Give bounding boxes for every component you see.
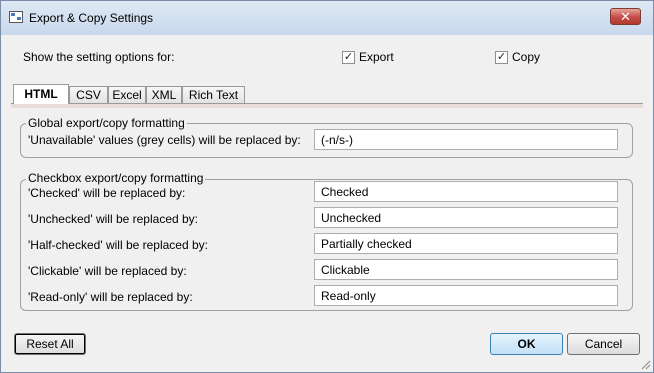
checkbox-group-title: Checkbox export/copy formatting bbox=[26, 171, 206, 185]
dialog-content: Show the setting options for: ✓ Export ✓… bbox=[1, 35, 653, 372]
cancel-button[interactable]: Cancel bbox=[567, 333, 640, 355]
unavailable-value-input[interactable]: (-n/s-) bbox=[314, 129, 618, 150]
check-icon: ✓ bbox=[496, 51, 507, 63]
export-checkbox-label[interactable]: Export bbox=[359, 50, 394, 64]
read-only-value-input[interactable]: Read-only bbox=[314, 285, 618, 306]
close-button[interactable]: ✕ bbox=[610, 8, 641, 25]
check-icon: ✓ bbox=[343, 51, 354, 63]
app-icon bbox=[9, 11, 23, 23]
ok-button[interactable]: OK bbox=[490, 333, 563, 355]
read-only-label: 'Read-only' will be replaced by: bbox=[28, 290, 193, 304]
half-checked-label: 'Half-checked' will be replaced by: bbox=[28, 238, 208, 252]
dialog-window: Export & Copy Settings ✕ Show the settin… bbox=[0, 0, 654, 373]
tab-excel[interactable]: Excel bbox=[108, 86, 146, 103]
unavailable-label: 'Unavailable' values (grey cells) will b… bbox=[28, 133, 301, 147]
clickable-value-input[interactable]: Clickable bbox=[314, 259, 618, 280]
unchecked-value-input[interactable]: Unchecked bbox=[314, 207, 618, 228]
checked-label: 'Checked' will be replaced by: bbox=[28, 186, 186, 200]
window-title: Export & Copy Settings bbox=[29, 11, 154, 25]
half-checked-value-input[interactable]: Partially checked bbox=[314, 233, 618, 254]
reset-all-button[interactable]: Reset All bbox=[14, 333, 86, 355]
tab-html[interactable]: HTML bbox=[13, 84, 69, 104]
tab-xml[interactable]: XML bbox=[146, 86, 182, 103]
unchecked-label: 'Unchecked' will be replaced by: bbox=[28, 212, 199, 226]
tab-csv[interactable]: CSV bbox=[69, 86, 108, 103]
copy-checkbox[interactable]: ✓ bbox=[495, 51, 508, 64]
show-options-label: Show the setting options for: bbox=[23, 50, 175, 64]
title-bar: Export & Copy Settings ✕ bbox=[1, 1, 653, 35]
export-checkbox[interactable]: ✓ bbox=[342, 51, 355, 64]
tab-rich-text[interactable]: Rich Text bbox=[182, 86, 245, 103]
resize-grip-icon[interactable] bbox=[639, 358, 651, 370]
global-group-title: Global export/copy formatting bbox=[26, 116, 187, 130]
checked-value-input[interactable]: Checked bbox=[314, 181, 618, 202]
clickable-label: 'Clickable' will be replaced by: bbox=[28, 264, 187, 278]
tab-panel-border bbox=[11, 103, 643, 108]
copy-checkbox-label[interactable]: Copy bbox=[512, 50, 540, 64]
